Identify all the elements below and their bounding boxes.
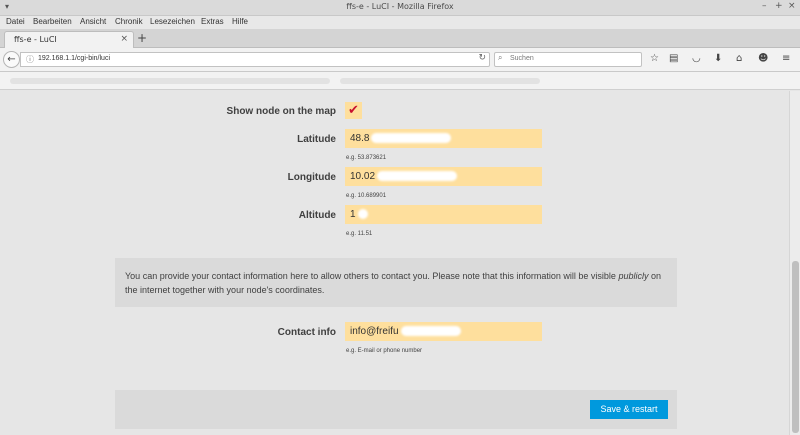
blurred-bookmarks xyxy=(340,78,540,84)
redaction-blur xyxy=(357,209,368,220)
menubar: Datei Bearbeiten Ansicht Chronik Lesezei… xyxy=(0,16,800,29)
maximize-button[interactable]: + xyxy=(775,1,783,11)
window-titlebar: ▾ ffs-e - LuCI - Mozilla Firefox – + × xyxy=(0,0,800,16)
menu-lesezeichen[interactable]: Lesezeichen xyxy=(150,17,195,26)
menu-chronik[interactable]: Chronik xyxy=(115,17,143,26)
altitude-hint: e.g. 11.51 xyxy=(346,231,373,237)
contact-info-hint: e.g. E-mail or phone number xyxy=(346,348,423,354)
longitude-input[interactable]: 10.02 xyxy=(345,167,542,186)
menu-datei[interactable]: Datei xyxy=(6,17,25,26)
latitude-label: Latitude xyxy=(297,134,336,145)
save-restart-button[interactable]: Save & restart xyxy=(590,400,668,419)
contact-info-input[interactable]: info@freifu xyxy=(345,322,542,341)
menu-bearbeiten[interactable]: Bearbeiten xyxy=(33,17,72,26)
contact-info-notice: You can provide your contact information… xyxy=(115,258,677,307)
close-window-button[interactable]: × xyxy=(788,1,796,11)
url-bar[interactable]: ⓘ 192.168.1.1/cgi-bin/luci ↻ xyxy=(20,52,490,67)
search-icon: ⌕ xyxy=(498,53,503,62)
altitude-label: Altitude xyxy=(298,210,336,221)
form-footer: Save & restart xyxy=(115,390,677,429)
navigation-toolbar: ← ⓘ 192.168.1.1/cgi-bin/luci ↻ ⌕ Suchen … xyxy=(0,48,800,72)
tab-luci[interactable]: ffs-e - LuCI × xyxy=(4,31,134,48)
tab-strip: ffs-e - LuCI × + xyxy=(0,29,800,48)
search-placeholder: Suchen xyxy=(510,55,534,62)
menu-hilfe[interactable]: Hilfe xyxy=(232,17,248,26)
site-info-icon[interactable]: ⓘ xyxy=(26,54,34,65)
tab-title: ffs-e - LuCI xyxy=(14,35,57,44)
home-icon[interactable]: ⌂ xyxy=(736,53,742,64)
hamburger-menu-icon[interactable]: ≡ xyxy=(782,53,790,64)
blurred-bookmarks xyxy=(10,78,330,84)
back-button[interactable]: ← xyxy=(3,51,20,68)
emoji-icon[interactable]: ☻ xyxy=(758,53,768,64)
latitude-input[interactable]: 48.8 xyxy=(345,129,542,148)
redaction-blur xyxy=(371,133,452,144)
altitude-input[interactable]: 1 xyxy=(345,205,542,224)
longitude-hint: e.g. 10.689901 xyxy=(346,193,387,199)
window-title: ffs-e - LuCI - Mozilla Firefox xyxy=(346,2,454,11)
show-on-map-label: Show node on the map xyxy=(226,106,336,117)
minimize-button[interactable]: – xyxy=(762,1,767,11)
search-bar[interactable]: ⌕ Suchen xyxy=(494,52,642,67)
latitude-value: 48.8 xyxy=(350,133,370,144)
url-text: 192.168.1.1/cgi-bin/luci xyxy=(38,55,110,62)
notice-text-part: You can provide your contact information… xyxy=(125,271,619,281)
pocket-icon[interactable]: ◡ xyxy=(692,53,701,64)
new-tab-button[interactable]: + xyxy=(137,31,147,45)
altitude-value: 1 xyxy=(350,209,356,220)
scrollbar-thumb[interactable] xyxy=(792,261,799,433)
longitude-label: Longitude xyxy=(287,172,336,183)
redaction-blur xyxy=(377,171,458,182)
bookmarks-toolbar xyxy=(0,72,800,90)
longitude-value: 10.02 xyxy=(350,171,376,182)
notice-emphasis: publicly xyxy=(618,271,649,281)
redaction-blur xyxy=(400,326,461,337)
bookmark-star-icon[interactable]: ☆ xyxy=(650,53,659,64)
contact-info-label: Contact info xyxy=(277,327,336,338)
show-on-map-checkbox[interactable]: ✔ xyxy=(345,102,362,119)
download-icon[interactable]: ⬇ xyxy=(714,53,722,64)
reload-icon[interactable]: ↻ xyxy=(478,53,486,63)
contact-info-value: info@freifu xyxy=(350,326,399,337)
menu-extras[interactable]: Extras xyxy=(201,17,224,26)
page-scrollbar[interactable] xyxy=(789,91,800,435)
tab-close-icon[interactable]: × xyxy=(120,34,128,44)
contact-info-notice-text: You can provide your contact information… xyxy=(125,269,670,297)
page-content: Show node on the map ✔ Latitude 48.8 e.g… xyxy=(0,91,789,435)
menu-ansicht[interactable]: Ansicht xyxy=(80,17,106,26)
latitude-hint: e.g. 53.873621 xyxy=(346,155,387,161)
library-icon[interactable]: ▤ xyxy=(669,53,678,64)
